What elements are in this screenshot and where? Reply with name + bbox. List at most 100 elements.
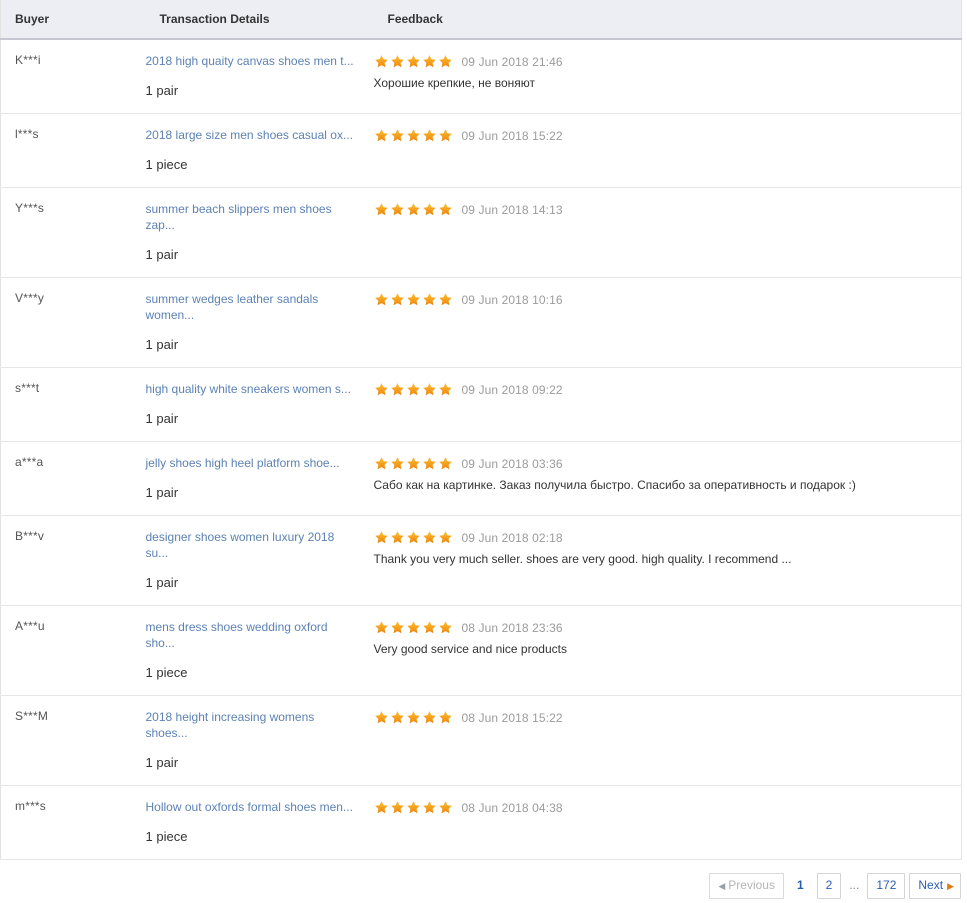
cell-transaction-details: summer wedges leather sandals women... 1 …	[145, 277, 374, 368]
feedback-timestamp: 08 Jun 2018 15:22	[461, 710, 563, 725]
quantity-label: 1 piece	[145, 157, 188, 172]
star-rating-icon	[374, 382, 453, 397]
product-title-link[interactable]: Hollow out oxfords formal shoes men...	[146, 799, 356, 815]
table-row: s***t high quality white sneakers women s…	[0, 367, 962, 442]
feedback-timestamp: 09 Jun 2018 09:22	[461, 382, 563, 397]
buyer-name: A***u	[15, 619, 45, 633]
feedback-timestamp: 09 Jun 2018 15:22	[461, 128, 563, 143]
cell-feedback: 09 Jun 2018 02:18 Thank you very much sel…	[373, 515, 962, 606]
pagination-page-2[interactable]: 2	[816, 873, 842, 899]
quantity-label: 1 pair	[145, 337, 179, 352]
quantity-label: 1 pair	[145, 411, 179, 426]
pagination-last-page[interactable]: 172	[867, 873, 906, 899]
quantity-label: 1 pair	[145, 83, 179, 98]
product-title-link[interactable]: high quality white sneakers women s...	[146, 381, 356, 397]
cell-buyer: S***M	[0, 695, 146, 786]
buyer-name: a***a	[15, 455, 44, 469]
buyer-name: S***M	[15, 709, 49, 723]
table-row: B***v designer shoes women luxury 2018 su…	[0, 515, 962, 606]
table-row: l***s 2018 large size men shoes casual ox…	[0, 113, 962, 188]
feedback-timestamp: 09 Jun 2018 10:16	[461, 292, 563, 307]
pagination-previous-label: Previous	[728, 878, 775, 892]
feedback-table: Buyer Transaction Details Feedback K***i…	[0, 0, 962, 860]
feedback-timestamp: 09 Jun 2018 21:46	[461, 54, 563, 69]
star-rating-icon	[374, 456, 453, 471]
product-title-link[interactable]: jelly shoes high heel platform shoe...	[146, 455, 356, 471]
product-title-link[interactable]: summer wedges leather sandals women...	[146, 291, 356, 323]
cell-feedback: 08 Jun 2018 23:36 Very good service and n…	[373, 605, 962, 696]
product-title-link[interactable]: 2018 height increasing womens shoes...	[146, 709, 356, 741]
table-row: m***s Hollow out oxfords formal shoes men…	[0, 785, 962, 860]
feedback-list-container: Buyer Transaction Details Feedback K***i…	[0, 0, 962, 899]
pagination-next-button[interactable]: Next ▶	[909, 873, 961, 899]
cell-transaction-details: jelly shoes high heel platform shoe... 1 …	[145, 441, 374, 516]
quantity-label: 1 pair	[145, 485, 179, 500]
feedback-timestamp: 08 Jun 2018 23:36	[461, 620, 563, 635]
table-row: a***a jelly shoes high heel platform shoe…	[0, 441, 962, 516]
quantity-label: 1 piece	[145, 665, 188, 680]
cell-buyer: s***t	[0, 367, 146, 442]
star-rating-icon	[374, 710, 453, 725]
table-row: K***i 2018 high quaity canvas shoes men t…	[0, 39, 962, 114]
cell-feedback: 09 Jun 2018 09:22	[373, 367, 962, 442]
buyer-name: K***i	[15, 53, 41, 67]
feedback-comment: Хорошие крепкие, не воняют	[373, 76, 536, 90]
buyer-name: l***s	[15, 127, 39, 141]
quantity-label: 1 piece	[145, 829, 188, 844]
cell-transaction-details: 2018 high quaity canvas shoes men t... 1 …	[145, 39, 374, 114]
quantity-label: 1 pair	[145, 247, 179, 262]
pagination-previous-button[interactable]: ◀ Previous	[709, 873, 784, 899]
pagination-next-label: Next	[918, 878, 944, 892]
table-body: K***i 2018 high quaity canvas shoes men t…	[0, 39, 962, 860]
feedback-timestamp: 09 Jun 2018 14:13	[461, 202, 563, 217]
cell-buyer: V***y	[0, 277, 146, 368]
star-rating-icon	[374, 292, 453, 307]
star-rating-icon	[374, 530, 453, 545]
product-title-link[interactable]: 2018 large size men shoes casual ox...	[146, 127, 356, 143]
column-header-buyer: Buyer	[0, 0, 146, 40]
pagination-ellipsis: ...	[849, 878, 860, 892]
cell-buyer: m***s	[0, 785, 146, 860]
chevron-left-icon: ◀	[718, 881, 726, 891]
cell-buyer: a***a	[0, 441, 146, 516]
column-header-feedback: Feedback	[373, 0, 962, 40]
cell-transaction-details: designer shoes women luxury 2018 su... 1 …	[145, 515, 374, 606]
cell-transaction-details: 2018 height increasing womens shoes... 1 …	[145, 695, 374, 786]
product-title-link[interactable]: mens dress shoes wedding oxford sho...	[146, 619, 356, 651]
table-row: A***u mens dress shoes wedding oxford sho…	[0, 605, 962, 696]
star-rating-icon	[374, 54, 453, 69]
table-row: Y***s summer beach slippers men shoes zap…	[0, 187, 962, 278]
cell-feedback: 09 Jun 2018 14:13	[373, 187, 962, 278]
feedback-timestamp: 09 Jun 2018 02:18	[461, 530, 563, 545]
star-rating-icon	[374, 800, 453, 815]
feedback-timestamp: 09 Jun 2018 03:36	[461, 456, 563, 471]
product-title-link[interactable]: summer beach slippers men shoes zap...	[146, 201, 356, 233]
cell-feedback: 08 Jun 2018 04:38	[373, 785, 962, 860]
chevron-right-icon: ▶	[947, 881, 954, 891]
cell-feedback: 09 Jun 2018 21:46 Хорошие крепкие, не вон…	[373, 39, 962, 114]
cell-buyer: K***i	[0, 39, 146, 114]
product-title-link[interactable]: 2018 high quaity canvas shoes men t...	[146, 53, 356, 69]
table-header-row: Buyer Transaction Details Feedback	[0, 0, 962, 40]
cell-feedback: 08 Jun 2018 15:22	[373, 695, 962, 786]
cell-transaction-details: mens dress shoes wedding oxford sho... 1 …	[145, 605, 374, 696]
feedback-comment: Сабо как на картинке. Заказ получила быс…	[373, 478, 856, 492]
cell-buyer: B***v	[0, 515, 146, 606]
quantity-label: 1 pair	[145, 755, 179, 770]
cell-feedback: 09 Jun 2018 15:22	[373, 113, 962, 188]
cell-transaction-details: high quality white sneakers women s... 1 …	[145, 367, 374, 442]
feedback-timestamp: 08 Jun 2018 04:38	[461, 800, 563, 815]
buyer-name: Y***s	[15, 201, 45, 215]
cell-transaction-details: summer beach slippers men shoes zap... 1 …	[145, 187, 374, 278]
pagination: ◀ Previous 1 2 ... 172 Next ▶	[709, 873, 961, 899]
buyer-name: V***y	[15, 291, 45, 305]
buyer-name: m***s	[15, 799, 47, 813]
feedback-comment: Thank you very much seller. shoes are ve…	[373, 552, 792, 566]
table-header: Buyer Transaction Details Feedback	[0, 0, 962, 40]
cell-transaction-details: 2018 large size men shoes casual ox... 1 …	[145, 113, 374, 188]
cell-buyer: A***u	[0, 605, 146, 696]
product-title-link[interactable]: designer shoes women luxury 2018 su...	[146, 529, 356, 561]
cell-transaction-details: Hollow out oxfords formal shoes men... 1 …	[145, 785, 374, 860]
cell-buyer: Y***s	[0, 187, 146, 278]
cell-feedback: 09 Jun 2018 10:16	[373, 277, 962, 368]
